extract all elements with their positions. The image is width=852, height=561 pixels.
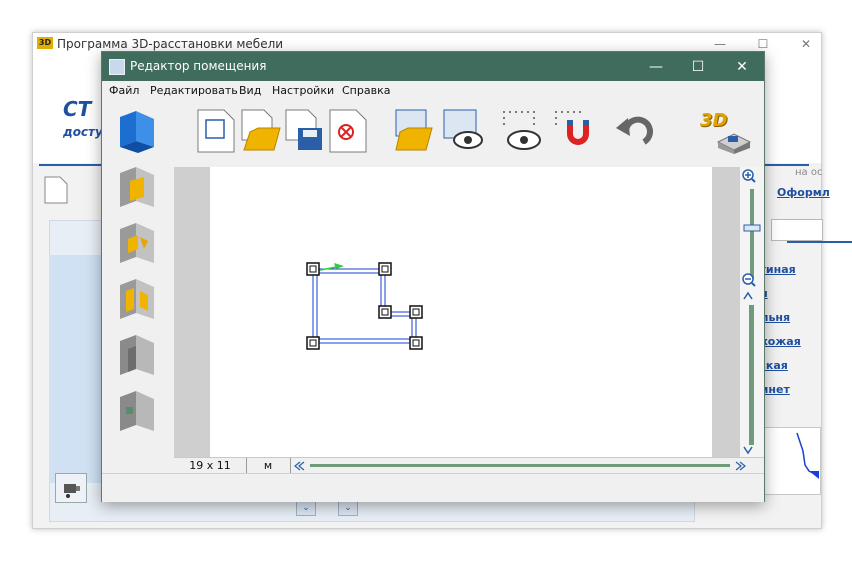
new-document-icon <box>197 109 235 153</box>
scroll-down-button-2[interactable]: ⌄ <box>338 500 358 516</box>
wall-tool-button[interactable] <box>114 107 160 153</box>
search-input[interactable] <box>771 219 823 241</box>
room-inner-outline <box>316 272 413 340</box>
unit-readout: м <box>246 458 291 474</box>
tab-underline <box>787 241 852 243</box>
dialog-maximize-button[interactable]: ☐ <box>678 57 718 77</box>
tab-design[interactable]: Оформл <box>777 186 830 199</box>
window-icon <box>120 223 154 263</box>
door-tool-button[interactable] <box>114 163 160 209</box>
dialog-close-button[interactable]: ✕ <box>722 57 762 77</box>
delete-room-button[interactable] <box>324 106 372 154</box>
menu-file[interactable]: Файл <box>109 84 139 97</box>
zoom-slider-graphic <box>742 169 761 455</box>
dialog-minimize-button[interactable]: — <box>636 57 676 77</box>
brand-logo: СТ <box>63 97 92 121</box>
niche-icon <box>120 391 154 431</box>
undo-button[interactable] <box>610 106 658 154</box>
vertex-handle-2 <box>378 262 392 276</box>
double-door-icon <box>120 279 154 319</box>
menu-bar: Файл Редактировать Вид Настройки Справка <box>102 81 764 101</box>
view-grid-icon <box>503 111 541 150</box>
room-editor-icon <box>109 59 125 75</box>
view-plan-icon <box>443 109 483 149</box>
save-icon <box>285 109 322 150</box>
horizontal-scrollbar[interactable] <box>292 459 748 473</box>
undo-icon <box>616 116 653 145</box>
header-hint-text: на ос <box>795 167 823 178</box>
open-plan-icon <box>395 109 433 151</box>
wall-direction-arrow <box>334 263 344 269</box>
top-toolbar: 3D <box>174 101 764 168</box>
view-plan-button[interactable] <box>438 106 486 154</box>
open-room-button[interactable] <box>236 106 284 154</box>
delete-document-icon <box>329 109 367 153</box>
camera-icon <box>64 484 80 498</box>
open-folder-icon <box>241 109 281 151</box>
room-size-readout: 19 x 11 <box>174 458 247 474</box>
brand-logo-subtext: досту <box>63 125 103 139</box>
niche-tool-button[interactable] <box>114 387 160 433</box>
status-bar: 19 x 11 м <box>174 457 764 474</box>
room-outline <box>312 268 417 344</box>
app-3d-icon: 3D <box>37 37 53 49</box>
save-room-button[interactable] <box>280 106 328 154</box>
new-room-button[interactable] <box>192 106 240 154</box>
dialog-title: Редактор помещения <box>130 59 267 73</box>
vertex-handle-5 <box>409 336 423 350</box>
menu-view[interactable]: Вид <box>239 84 261 97</box>
scroll-down-button-1[interactable]: ⌄ <box>296 500 316 516</box>
view-3d-button[interactable]: 3D <box>696 106 754 154</box>
vertex-handle-1 <box>306 262 320 276</box>
menu-help[interactable]: Справка <box>342 84 390 97</box>
background-window-title: Программа 3D-расстановки мебели <box>57 37 284 51</box>
zoom-slider[interactable] <box>740 167 764 457</box>
door-icon <box>120 167 154 207</box>
menu-settings[interactable]: Настройки <box>272 84 334 97</box>
double-door-tool-button[interactable] <box>114 275 160 321</box>
opening-icon <box>120 335 154 375</box>
vertex-handle-6 <box>306 336 320 350</box>
wall-icon <box>120 111 154 153</box>
new-file-icon[interactable] <box>43 175 69 205</box>
open-plan-button[interactable] <box>388 106 436 154</box>
menu-edit[interactable]: Редактировать <box>150 84 238 97</box>
room-editor-dialog: Редактор помещения — ☐ ✕ Файл Редактиров… <box>101 51 765 502</box>
camera-tool-button[interactable] <box>55 473 87 503</box>
horizontal-scrollbar-graphic <box>294 461 746 471</box>
dialog-title-bar: Редактор помещения — ☐ ✕ <box>102 52 764 81</box>
opening-tool-button[interactable] <box>114 331 160 377</box>
view-grid-button[interactable] <box>498 106 546 154</box>
3d-room-icon <box>716 133 752 154</box>
room-plan-canvas[interactable] <box>174 167 740 457</box>
room-plan-drawing <box>306 262 423 350</box>
window-tool-button[interactable] <box>114 219 160 265</box>
left-toolbar <box>102 101 175 472</box>
vertex-handle-4 <box>409 305 423 319</box>
vertex-handle-3 <box>378 305 392 319</box>
close-button[interactable]: ✕ <box>791 35 821 53</box>
dialog-bottom-bar <box>102 473 764 502</box>
magnet-icon <box>555 111 589 145</box>
snap-grid-button[interactable] <box>550 106 598 154</box>
background-graph <box>795 431 821 483</box>
